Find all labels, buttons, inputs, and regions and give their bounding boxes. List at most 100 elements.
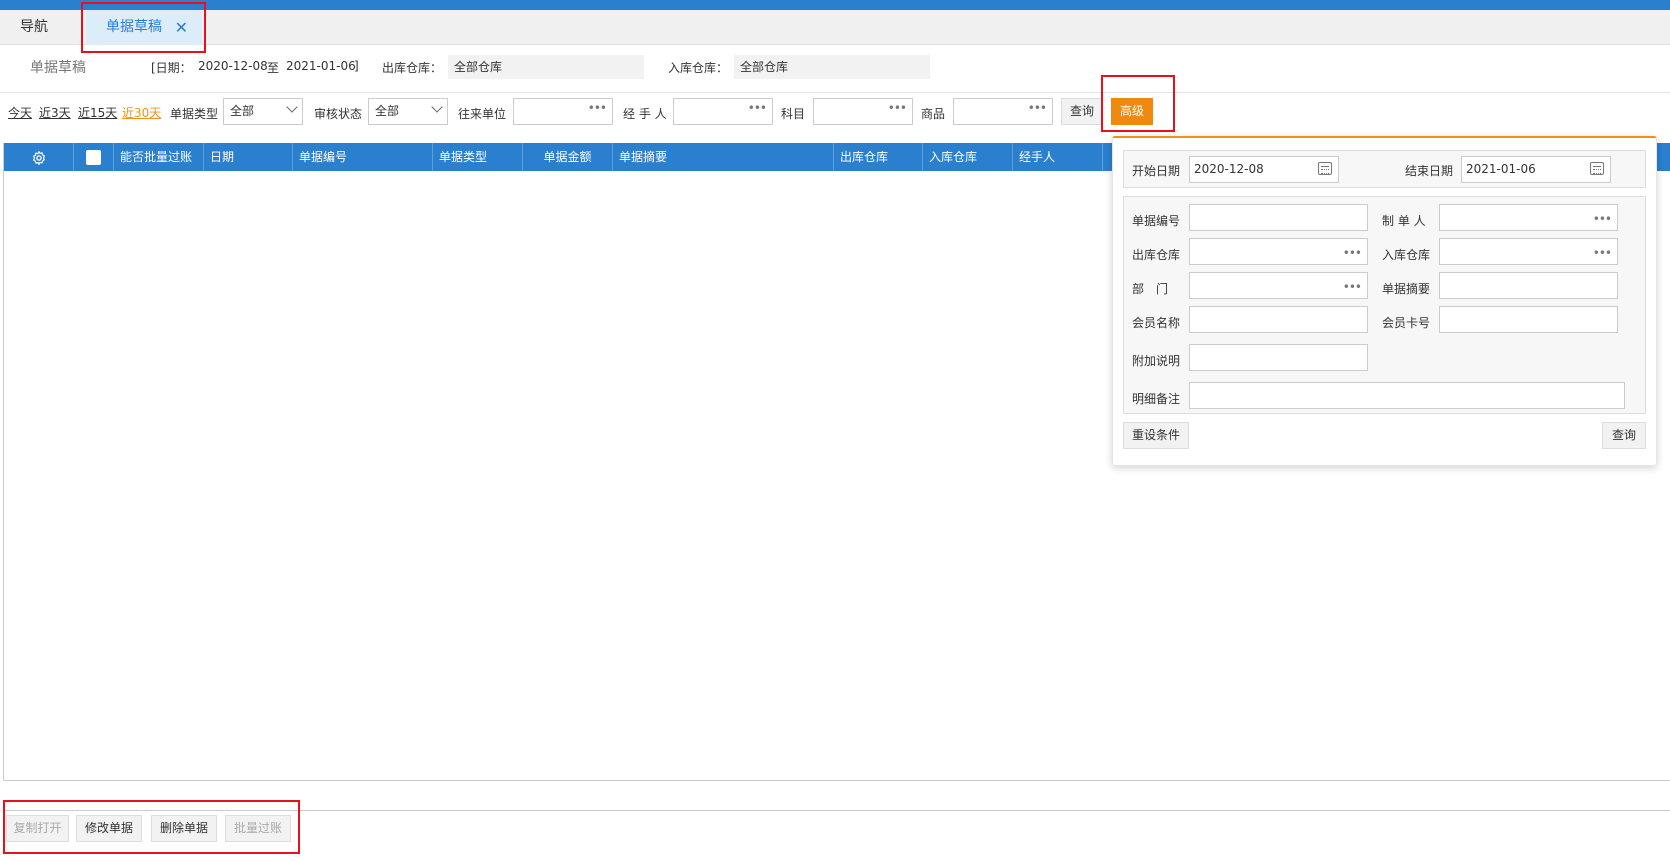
more-dots-icon[interactable]: ••• xyxy=(1343,241,1362,266)
doc-no-label: 单据编号 xyxy=(1132,214,1181,228)
column-header[interactable]: 入库仓库 xyxy=(923,143,1013,171)
extra-note-label: 附加说明 xyxy=(1132,354,1181,368)
column-settings[interactable] xyxy=(4,143,74,171)
start-date-label: 开始日期 xyxy=(1132,164,1181,178)
filter-toolbar: 今天 近3天 近15天 近30天 单据类型 全部 审核状态 全部 往来单位 ••… xyxy=(0,92,1670,132)
calendar-icon[interactable] xyxy=(1318,162,1332,175)
department-label: 部 门 xyxy=(1132,282,1169,296)
reset-criteria-button[interactable]: 重设条件 xyxy=(1123,422,1189,449)
end-date-value: 2021-01-06 xyxy=(1466,162,1536,176)
out-warehouse-label: 出库仓库： xyxy=(382,61,443,75)
page-title: 单据草稿 xyxy=(30,60,86,76)
maker-label: 制 单 人 xyxy=(1382,214,1426,228)
doc-type-select[interactable]: 全部 xyxy=(223,98,303,125)
query-button[interactable]: 查询 xyxy=(1061,98,1103,125)
more-dots-icon[interactable]: ••• xyxy=(1343,275,1362,300)
out-warehouse-value: 全部仓库 xyxy=(448,55,644,79)
member-name-label: 会员名称 xyxy=(1132,316,1181,330)
edit-document-button[interactable]: 修改单据 xyxy=(76,815,142,842)
tab-navigation[interactable]: 导航 xyxy=(20,10,48,45)
select-all-cell xyxy=(74,143,114,171)
quick-filter-3days[interactable]: 近3天 xyxy=(39,104,71,121)
date-separator: 至 xyxy=(267,61,280,75)
more-dots-icon[interactable]: ••• xyxy=(748,101,767,115)
detail-note-label: 明细备注 xyxy=(1132,392,1181,406)
column-header[interactable]: 日期 xyxy=(204,143,293,171)
more-dots-icon[interactable]: ••• xyxy=(1028,101,1047,115)
chevron-down-icon xyxy=(431,101,443,113)
detail-note-input[interactable] xyxy=(1189,382,1625,409)
more-dots-icon[interactable]: ••• xyxy=(1593,241,1612,266)
column-header[interactable]: 单据编号 xyxy=(293,143,433,171)
bottom-divider xyxy=(3,810,1670,811)
summary-input[interactable] xyxy=(1439,272,1618,299)
date-suffix: ] xyxy=(354,59,359,73)
product-label: 商品 xyxy=(921,107,946,121)
member-name-input[interactable] xyxy=(1189,306,1368,333)
in-warehouse-input[interactable]: ••• xyxy=(1439,238,1618,265)
department-input[interactable]: ••• xyxy=(1189,272,1368,299)
quick-filter-15days[interactable]: 近15天 xyxy=(78,104,117,121)
advanced-query-button[interactable]: 查询 xyxy=(1602,422,1646,449)
more-dots-icon[interactable]: ••• xyxy=(888,101,907,115)
member-card-input[interactable] xyxy=(1439,306,1618,333)
doc-no-input[interactable] xyxy=(1189,204,1368,231)
handler-input[interactable]: ••• xyxy=(673,98,773,125)
top-bar xyxy=(0,0,1670,10)
doc-type-label: 单据类型 xyxy=(170,107,219,121)
audit-status-label: 审核状态 xyxy=(314,107,363,121)
column-header[interactable]: 单据摘要 xyxy=(613,143,834,171)
more-dots-icon[interactable]: ••• xyxy=(1593,207,1612,232)
column-header[interactable]: 单据金额 xyxy=(523,143,613,171)
subject-label: 科目 xyxy=(781,107,806,121)
grid-footer-divider xyxy=(3,780,1670,781)
out-warehouse-label: 出库仓库 xyxy=(1132,248,1181,262)
maker-input[interactable]: ••• xyxy=(1439,204,1618,231)
date-prefix: [日期： xyxy=(151,61,192,75)
more-dots-icon[interactable]: ••• xyxy=(588,101,607,115)
audit-status-value: 全部 xyxy=(375,104,400,118)
audit-status-select[interactable]: 全部 xyxy=(368,98,448,125)
calendar-icon[interactable] xyxy=(1590,162,1604,175)
column-header[interactable]: 经手人 xyxy=(1013,143,1103,171)
quick-filter-today[interactable]: 今天 xyxy=(8,104,32,121)
date-range-section: 开始日期 2020-12-08 结束日期 2021-01-06 xyxy=(1123,150,1646,188)
extra-note-input[interactable] xyxy=(1189,344,1368,371)
doc-type-value: 全部 xyxy=(230,104,255,118)
select-all-checkbox[interactable] xyxy=(86,150,101,165)
date-start: 2020-12-08 xyxy=(198,59,268,73)
tab-document-drafts[interactable]: 单据草稿 ✕ xyxy=(86,10,202,45)
handler-label: 经 手 人 xyxy=(623,107,667,121)
out-warehouse-input[interactable]: ••• xyxy=(1189,238,1368,265)
batch-post-button[interactable]: 批量过账 xyxy=(225,815,291,842)
chevron-down-icon xyxy=(286,101,298,113)
start-date-input[interactable]: 2020-12-08 xyxy=(1189,156,1339,183)
advanced-search-panel: 开始日期 2020-12-08 结束日期 2021-01-06 单据编号 制 单… xyxy=(1112,136,1657,466)
delete-document-button[interactable]: 删除单据 xyxy=(151,815,217,842)
quick-filter-30days[interactable]: 近30天 xyxy=(122,104,161,121)
product-input[interactable]: ••• xyxy=(953,98,1053,125)
tab-label: 单据草稿 xyxy=(106,19,162,35)
gear-icon[interactable] xyxy=(31,150,47,166)
start-date-value: 2020-12-08 xyxy=(1194,162,1264,176)
end-date-label: 结束日期 xyxy=(1405,164,1454,178)
date-end: 2021-01-06 xyxy=(286,59,356,73)
in-warehouse-label: 入库仓库： xyxy=(668,61,729,75)
subject-input[interactable]: ••• xyxy=(813,98,913,125)
advanced-button[interactable]: 高级 xyxy=(1111,98,1153,125)
column-header[interactable]: 出库仓库 xyxy=(834,143,923,171)
member-card-label: 会员卡号 xyxy=(1382,316,1431,330)
column-header[interactable]: 能否批量过账 xyxy=(114,143,204,171)
copy-open-button[interactable]: 复制打开 xyxy=(6,815,69,842)
close-icon[interactable]: ✕ xyxy=(175,10,188,45)
criteria-section: 单据编号 制 单 人 ••• 出库仓库 ••• 入库仓库 ••• 部 门 •••… xyxy=(1123,196,1646,414)
in-warehouse-value: 全部仓库 xyxy=(734,55,930,79)
column-header[interactable]: 单据类型 xyxy=(433,143,523,171)
info-row: 单据草稿 [日期： 2020-12-08 至 2021-01-06 ] 出库仓库… xyxy=(0,50,1670,86)
end-date-input[interactable]: 2021-01-06 xyxy=(1461,156,1611,183)
in-warehouse-label: 入库仓库 xyxy=(1382,248,1431,262)
tab-bar: 导航 单据草稿 ✕ xyxy=(0,10,1670,45)
partner-label: 往来单位 xyxy=(458,107,507,121)
partner-input[interactable]: ••• xyxy=(513,98,613,125)
summary-label: 单据摘要 xyxy=(1382,282,1431,296)
